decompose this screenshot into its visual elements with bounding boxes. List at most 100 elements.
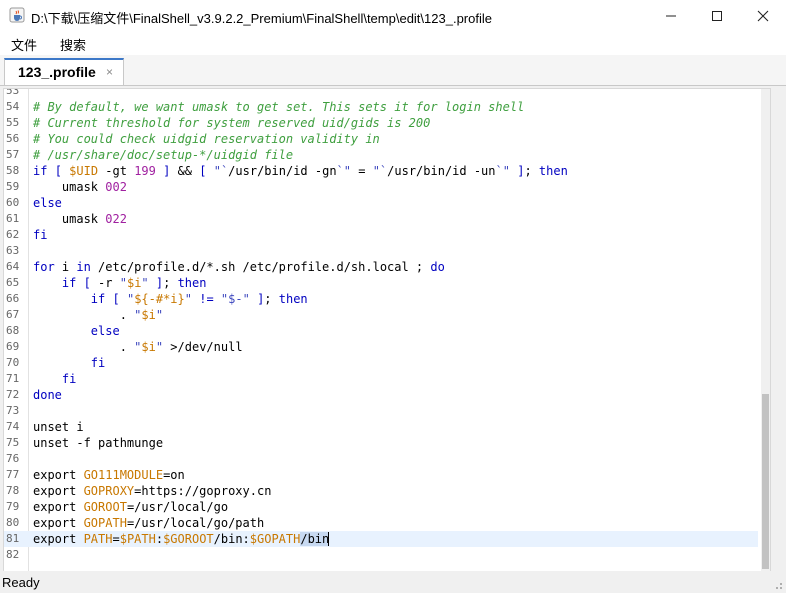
line-number: 63 (6, 244, 20, 257)
line-text: umask 002 (33, 179, 127, 195)
text-caret (328, 532, 330, 546)
code-line[interactable]: 71 fi (4, 371, 758, 387)
code-token: . (33, 308, 135, 322)
line-text: unset i (33, 419, 84, 435)
code-token: done (33, 388, 62, 402)
code-line[interactable]: 72 done (4, 387, 758, 403)
code-line[interactable]: 82 (4, 547, 758, 563)
line-number: 56 (6, 132, 20, 145)
code-token: then (538, 164, 568, 178)
code-line[interactable]: 75 unset -f pathmunge (4, 435, 758, 451)
line-number: 61 (6, 212, 20, 225)
code-token: = (112, 532, 120, 546)
code-token: $GOROOT (163, 532, 214, 546)
code-line[interactable]: 79 export GOROOT=/usr/local/go (4, 499, 758, 515)
code-token: "$-" (220, 292, 250, 306)
code-line[interactable]: 80 export GOPATH=/usr/local/go/path (4, 515, 758, 531)
code-line[interactable]: 61 umask 022 (4, 211, 758, 227)
line-text: . "$i" >/dev/null (33, 339, 243, 355)
code-token: umask (33, 180, 106, 194)
line-text: export GOPROXY=https://goproxy.cn (33, 483, 271, 499)
line-text: fi (33, 355, 105, 371)
code-line[interactable]: 70 fi (4, 355, 758, 371)
code-line[interactable]: 60 else (4, 195, 758, 211)
menu-search[interactable]: 搜索 (60, 35, 86, 54)
code-line[interactable]: 68 else (4, 323, 758, 339)
code-token: [ (112, 292, 120, 306)
code-editor[interactable]: 53 54 # By default, we want umask to get s… (3, 88, 771, 572)
line-number: 80 (6, 516, 20, 529)
line-number: 60 (6, 196, 20, 209)
code-token: =https://goproxy.cn (134, 484, 272, 498)
code-token: " (141, 276, 149, 290)
code-token: `" (495, 164, 510, 178)
minimize-icon (666, 15, 676, 16)
code-token: ; (264, 292, 279, 306)
minimize-button[interactable] (648, 0, 694, 31)
line-number: 78 (6, 484, 20, 497)
code-line[interactable]: 54 # By default, we want umask to get set… (4, 99, 758, 115)
scrollbar-thumb[interactable] (762, 394, 769, 569)
code-line[interactable]: 58 if [ $UID -gt 199 ] && [ "`/usr/bin/id… (4, 163, 758, 179)
code-line[interactable]: 63 (4, 243, 758, 259)
code-token: # You could check uidgid reservation val… (33, 132, 380, 146)
code-line[interactable]: 55 # Current threshold for system reserve… (4, 115, 758, 131)
code-line[interactable]: 77 export GO111MODULE=on (4, 467, 758, 483)
code-token: unset -f pathmunge (33, 436, 164, 450)
code-line[interactable]: 69 . "$i" >/dev/null (4, 339, 758, 355)
code-line[interactable]: 53 (4, 89, 758, 99)
line-text: umask 022 (33, 211, 127, 227)
code-line[interactable]: 74 unset i (4, 419, 758, 435)
resize-grip-icon[interactable] (773, 580, 783, 590)
menu-file[interactable]: 文件 (11, 35, 37, 54)
code-line[interactable]: 56 # You could check uidgid reservation v… (4, 131, 758, 147)
code-token: fi (33, 228, 48, 242)
code-line[interactable]: 59 umask 002 (4, 179, 758, 195)
code-line[interactable]: 81 export PATH=$PATH:$GOROOT/bin:$GOPATH/… (4, 531, 758, 547)
code-line[interactable]: 78 export GOPROXY=https://goproxy.cn (4, 483, 758, 499)
code-line[interactable]: 57 # /usr/share/doc/setup-*/uidgid file (4, 147, 758, 163)
code-token: -r (90, 276, 120, 290)
code-line[interactable]: 62 fi (4, 227, 758, 243)
code-token: umask (33, 212, 106, 226)
code-token: /bin: (213, 532, 250, 546)
tab-123-profile[interactable]: 123_.profile × (4, 58, 124, 85)
line-text: . "$i" (33, 307, 163, 323)
code-line[interactable]: 76 (4, 451, 758, 467)
line-text: # You could check uidgid reservation val… (33, 131, 380, 147)
code-line[interactable]: 65 if [ -r "$i" ]; then (4, 275, 758, 291)
line-number: 76 (6, 452, 20, 465)
line-number: 73 (6, 404, 20, 417)
code-area[interactable]: 53 54 # By default, we want umask to get s… (4, 89, 758, 563)
line-number: 70 (6, 356, 20, 369)
vertical-scrollbar[interactable] (761, 89, 770, 571)
maximize-button[interactable] (694, 0, 740, 31)
close-button[interactable] (740, 0, 786, 31)
code-line[interactable]: 66 if [ "${-#*i}" != "$-" ]; then (4, 291, 758, 307)
code-line[interactable]: 67 . "$i" (4, 307, 758, 323)
line-number: 69 (6, 340, 20, 353)
line-text: if [ -r "$i" ]; then (33, 275, 207, 291)
line-text: # /usr/share/doc/setup-*/uidgid file (33, 147, 293, 163)
code-token: /usr/bin/id -un (387, 164, 496, 178)
maximize-icon (712, 10, 722, 21)
code-token: /etc/profile.d/*.sh /etc/profile.d/sh.lo… (90, 260, 431, 274)
line-number: 64 (6, 260, 20, 273)
code-token: unset i (33, 420, 84, 434)
code-token: = (351, 164, 373, 178)
code-token: "` (372, 164, 388, 178)
line-text: export PATH=$PATH:$GOROOT/bin:$GOPATH/bi… (33, 531, 330, 547)
code-token: 002 (105, 180, 127, 194)
code-line[interactable]: 64 for i in /etc/profile.d/*.sh /etc/prof… (4, 259, 758, 275)
code-token: $GOPATH (249, 532, 301, 546)
code-token: fi (90, 356, 106, 370)
code-token: " (155, 308, 164, 322)
code-token: i (54, 260, 77, 274)
code-token: then (177, 276, 207, 290)
code-token: else (90, 324, 120, 338)
tab-close-icon[interactable]: × (106, 65, 113, 79)
code-line[interactable]: 73 (4, 403, 758, 419)
